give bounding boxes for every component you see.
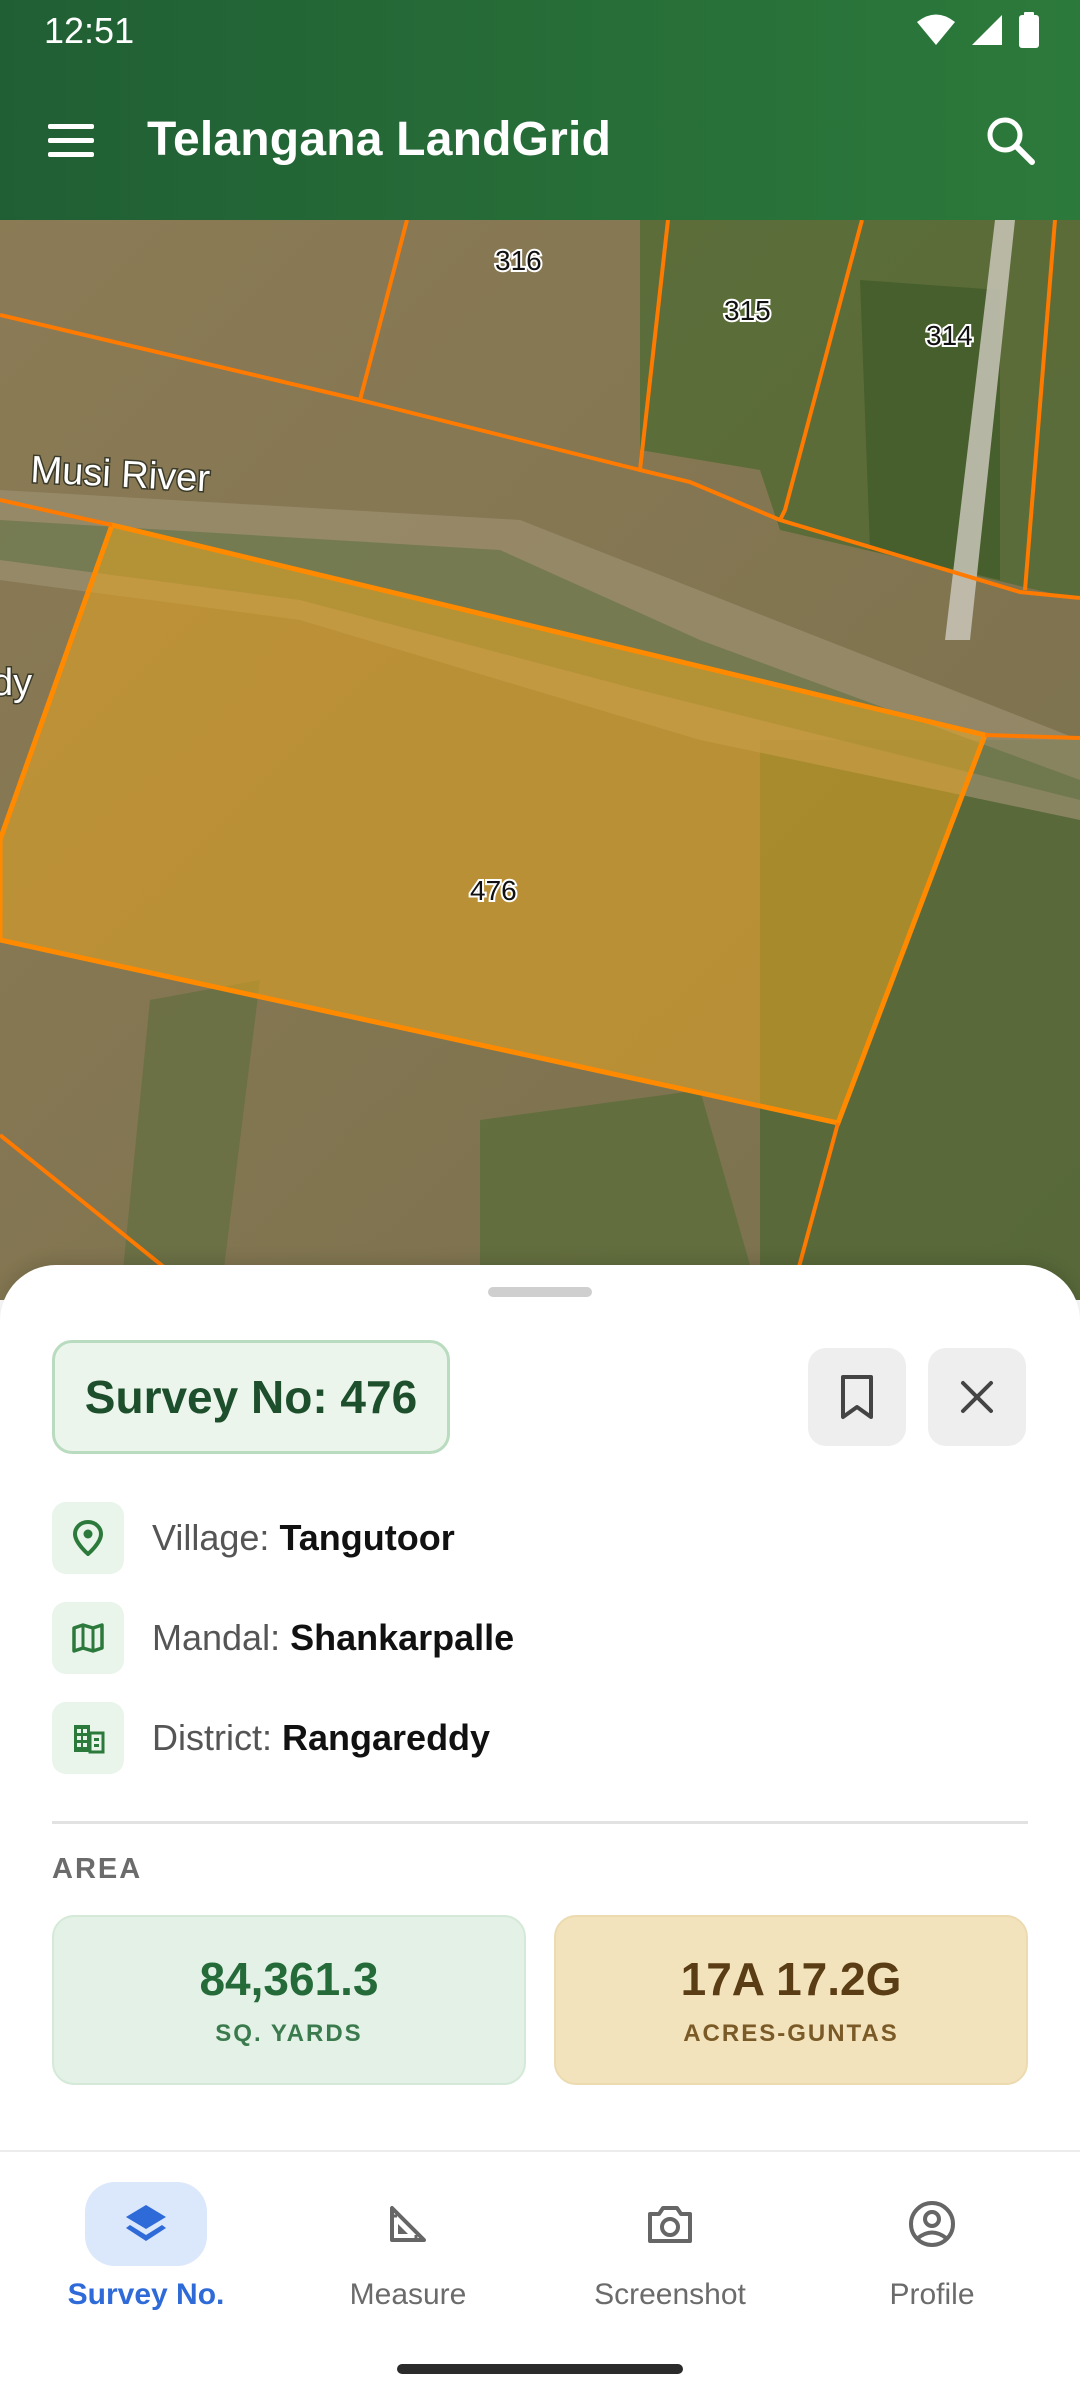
village-text: Village: Tangutoor [152, 1517, 455, 1559]
nav-profile-pill [871, 2182, 993, 2266]
district-label: District: [152, 1717, 272, 1758]
top-bar: 12:51 Telangana LandGrid [0, 0, 1080, 220]
menu-icon [48, 124, 94, 157]
cellular-signal-icon [972, 15, 1002, 45]
district-text: District: Rangareddy [152, 1717, 490, 1759]
area-heading: AREA [52, 1853, 143, 1885]
building-icon-wrap [52, 1702, 124, 1774]
app-bar: Telangana LandGrid [0, 60, 1080, 220]
close-icon [961, 1381, 993, 1413]
battery-icon [1019, 12, 1039, 48]
bookmark-button[interactable] [808, 1348, 906, 1446]
district-row: District: Rangareddy [52, 1702, 752, 1774]
nav-survey-label: Survey No. [67, 2278, 225, 2311]
area-acres-value: 17A 17.2G [680, 1953, 902, 2005]
map-edge-label: dy [0, 662, 32, 704]
drag-handle[interactable] [488, 1287, 592, 1297]
village-value: Tangutoor [279, 1517, 455, 1558]
parcel-label-314: 314 [926, 320, 973, 351]
close-button[interactable] [928, 1348, 1026, 1446]
building-icon [74, 1725, 105, 1754]
nav-profile[interactable]: Profile [812, 2182, 1052, 2332]
parcel-label-315: 315 [724, 295, 771, 326]
bookmark-icon [841, 1375, 873, 1419]
area-yards-value: 84,361.3 [199, 1953, 379, 2005]
area-acres-unit: ACRES-GUNTAS [683, 2020, 899, 2047]
district-value: Rangareddy [282, 1717, 491, 1758]
status-bar: 12:51 [0, 0, 1080, 60]
village-label: Village: [152, 1517, 270, 1558]
village-row: Village: Tangutoor [52, 1502, 752, 1574]
area-card-sq-yards: 84,361.3 SQ. YARDS [52, 1915, 526, 2085]
nav-measure[interactable]: Measure [288, 2182, 528, 2332]
ruler-triangle-icon [390, 2206, 426, 2242]
map-icon [72, 1623, 104, 1653]
satellite-map[interactable]: 316 315 314 476 Musi River dy [0, 220, 1080, 1300]
search-button[interactable] [980, 110, 1040, 170]
account-circle-icon [909, 2201, 955, 2247]
parcel-details-sheet: Survey No: 476 Village: Tangutoor Mandal… [0, 1265, 1080, 2150]
nav-survey-pill [85, 2182, 207, 2266]
location-pin-icon [73, 1520, 103, 1556]
app-title: Telangana LandGrid [147, 113, 612, 166]
mandal-label: Mandal: [152, 1617, 281, 1658]
parcel-label-316: 316 [495, 245, 542, 276]
nav-profile-label: Profile [889, 2278, 975, 2311]
map-icon-wrap [52, 1602, 124, 1674]
nav-screenshot[interactable]: Screenshot [550, 2182, 790, 2332]
search-icon [987, 117, 1035, 165]
nav-screenshot-pill [609, 2182, 731, 2266]
mandal-text: Mandal: Shankarpalle [152, 1617, 514, 1659]
parcel-label-476: 476 [470, 875, 517, 906]
home-indicator[interactable] [397, 2364, 683, 2374]
survey-number-label: Survey No: 476 [84, 1371, 418, 1423]
wifi-icon [917, 14, 955, 45]
nav-survey-no[interactable]: Survey No. [26, 2182, 266, 2332]
area-card-acres-guntas: 17A 17.2G ACRES-GUNTAS [554, 1915, 1028, 2085]
divider [52, 1821, 1028, 1824]
status-time: 12:51 [44, 10, 135, 51]
map-canvas[interactable]: 316 315 314 476 Musi River dy [0, 220, 1080, 1300]
status-icons [916, 12, 1040, 48]
layers-icon [126, 2205, 166, 2241]
location-pin-wrap [52, 1502, 124, 1574]
mandal-value: Shankarpalle [290, 1617, 515, 1658]
camera-icon [648, 2206, 692, 2243]
area-yards-unit: SQ. YARDS [215, 2020, 363, 2047]
survey-number-chip: Survey No: 476 [52, 1340, 450, 1454]
nav-measure-pill [347, 2182, 469, 2266]
nav-measure-label: Measure [349, 2278, 467, 2311]
mandal-row: Mandal: Shankarpalle [52, 1602, 752, 1674]
bottom-navigation: Survey No. Measure Screenshot Profile [0, 2150, 1080, 2400]
nav-screenshot-label: Screenshot [594, 2278, 746, 2311]
menu-button[interactable] [44, 116, 100, 164]
